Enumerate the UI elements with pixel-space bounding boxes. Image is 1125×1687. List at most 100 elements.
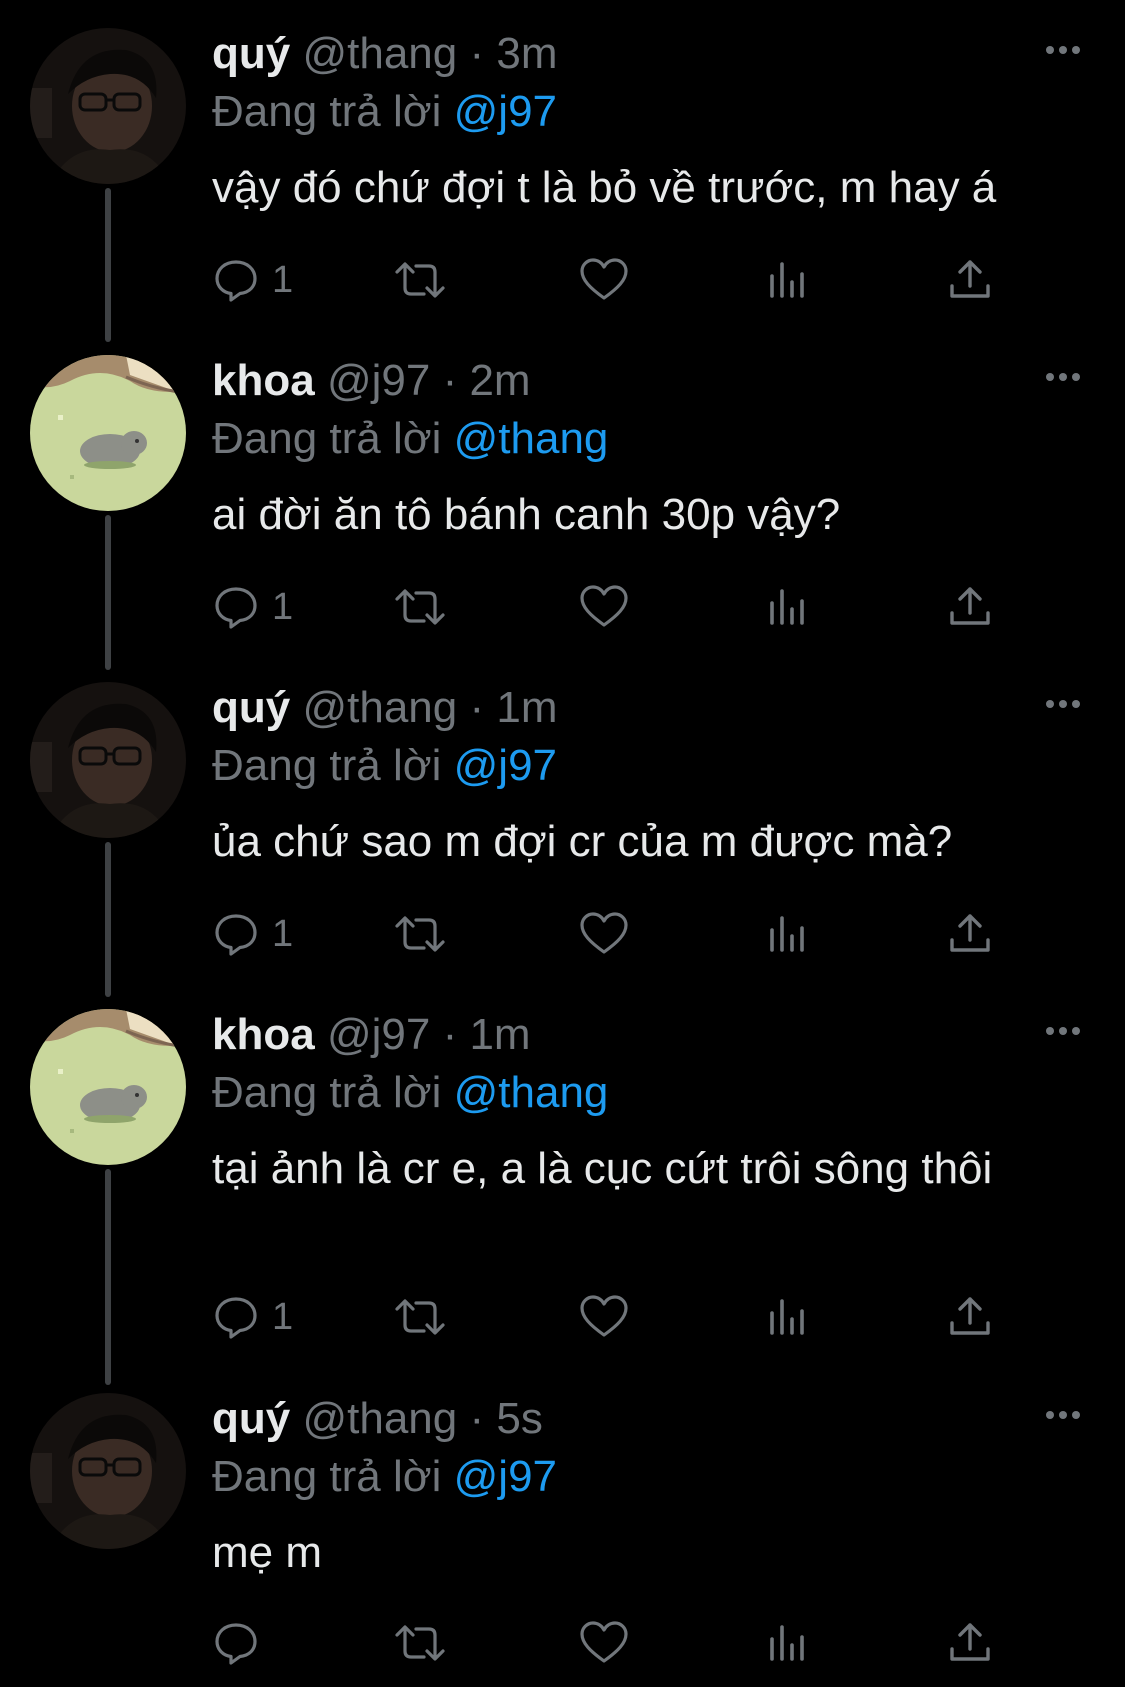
replying-to-mention[interactable]: @j97 [454, 87, 557, 136]
replying-to-mention[interactable]: @j97 [454, 741, 557, 790]
share-upload-icon [950, 914, 990, 952]
tweet-timestamp[interactable]: 5s [496, 1394, 542, 1443]
reply-bubble-icon [215, 1297, 257, 1339]
avatar-photo-image [30, 1393, 186, 1549]
replying-to-label: Đang trả lời [212, 1068, 442, 1117]
author-name[interactable]: khoa [212, 1010, 315, 1059]
tweet[interactable]: khoa @j97 · 2m Đang trả lời @thang ai đờ… [0, 327, 1125, 654]
reply-bubble-icon [215, 1623, 257, 1665]
replying-to-line: Đang trả lời @thang [212, 411, 608, 467]
more-horizontal-icon [1046, 700, 1080, 708]
more-horizontal-icon [1046, 373, 1080, 381]
author-name[interactable]: quý [212, 683, 290, 732]
author-name[interactable]: quý [212, 1394, 290, 1443]
more-options-button[interactable] [1044, 40, 1082, 60]
author-handle[interactable]: @thang [302, 683, 457, 732]
more-horizontal-icon [1046, 1411, 1080, 1419]
like-button[interactable] [578, 906, 630, 962]
author-name[interactable]: quý [212, 29, 290, 78]
replying-to-label: Đang trả lời [212, 87, 442, 136]
tweet-actions [212, 1615, 1012, 1671]
tweet-actions: 1 [212, 252, 1012, 308]
retweet-button[interactable] [392, 252, 448, 308]
views-bar-chart-icon [770, 1625, 804, 1661]
views-bar-chart-icon [770, 1299, 804, 1335]
reply-button[interactable]: 1 [212, 906, 293, 962]
like-button[interactable] [578, 1615, 630, 1671]
tweet-timestamp[interactable]: 2m [469, 356, 530, 405]
avatar[interactable] [30, 1009, 186, 1165]
tweet-text: ai đời ăn tô bánh canh 30p vậy? [212, 490, 841, 539]
replying-to-label: Đang trả lời [212, 414, 442, 463]
like-button[interactable] [578, 252, 630, 308]
retweet-icon [395, 262, 445, 298]
author-name[interactable]: khoa [212, 356, 315, 405]
author-handle[interactable]: @thang [302, 29, 457, 78]
views-button[interactable] [764, 906, 812, 962]
tweet-timestamp[interactable]: 3m [496, 29, 557, 78]
like-button[interactable] [578, 1289, 630, 1345]
reply-bubble-icon [215, 587, 257, 629]
retweet-button[interactable] [392, 1289, 448, 1345]
views-button[interactable] [764, 1615, 812, 1671]
share-button[interactable] [946, 906, 994, 962]
more-options-button[interactable] [1044, 1405, 1082, 1425]
tweet-header: khoa @j97 · 2m [212, 353, 531, 409]
retweet-icon [395, 589, 445, 625]
like-button[interactable] [578, 579, 630, 635]
retweet-button[interactable] [392, 1615, 448, 1671]
avatar[interactable] [30, 28, 186, 184]
tweet-text: vậy đó chứ đợi t là bỏ về trước, m hay á [212, 163, 997, 212]
share-button[interactable] [946, 579, 994, 635]
header-separator: · [442, 1010, 458, 1059]
tweet-actions: 1 [212, 1289, 1012, 1345]
tweet-timestamp[interactable]: 1m [469, 1010, 530, 1059]
share-button[interactable] [946, 1615, 994, 1671]
reply-button[interactable] [212, 1615, 272, 1671]
author-handle[interactable]: @thang [302, 1394, 457, 1443]
tweet[interactable]: quý @thang · 3m Đang trả lời @j97 vậy đó… [0, 0, 1125, 327]
author-handle[interactable]: @j97 [327, 1010, 430, 1059]
avatar[interactable] [30, 1393, 186, 1549]
tweet-actions: 1 [212, 906, 1012, 962]
retweet-icon [395, 1625, 445, 1661]
reply-button[interactable]: 1 [212, 579, 293, 635]
retweet-icon [395, 916, 445, 952]
more-options-button[interactable] [1044, 367, 1082, 387]
replying-to-mention[interactable]: @thang [454, 414, 609, 463]
more-options-button[interactable] [1044, 1021, 1082, 1041]
reply-count: 1 [272, 1295, 294, 1338]
heart-icon [580, 585, 628, 627]
share-button[interactable] [946, 1289, 994, 1345]
views-button[interactable] [764, 252, 812, 308]
avatar[interactable] [30, 682, 186, 838]
views-bar-chart-icon [770, 916, 804, 952]
tweet[interactable]: quý @thang · 1m Đang trả lời @j97 ủa chứ… [0, 654, 1125, 981]
avatar-pixel-cat-image [30, 355, 186, 511]
tweet[interactable]: quý @thang · 5s Đang trả lời @j97 mẹ m [0, 1365, 1125, 1687]
share-button[interactable] [946, 252, 994, 308]
retweet-button[interactable] [392, 579, 448, 635]
views-button[interactable] [764, 1289, 812, 1345]
replying-to-label: Đang trả lời [212, 1452, 442, 1501]
views-button[interactable] [764, 579, 812, 635]
retweet-button[interactable] [392, 906, 448, 962]
share-upload-icon [950, 587, 990, 625]
more-options-button[interactable] [1044, 694, 1082, 714]
author-handle[interactable]: @j97 [327, 356, 430, 405]
tweet[interactable]: khoa @j97 · 1m Đang trả lời @thang tại ả… [0, 981, 1125, 1365]
heart-icon [580, 912, 628, 954]
tweet-timestamp[interactable]: 1m [496, 683, 557, 732]
replying-to-mention[interactable]: @j97 [454, 1452, 557, 1501]
replying-to-line: Đang trả lời @j97 [212, 738, 557, 794]
tweet-header: quý @thang · 5s [212, 1391, 543, 1447]
replying-to-line: Đang trả lời @thang [212, 1065, 608, 1121]
reply-button[interactable]: 1 [212, 252, 293, 308]
reply-button[interactable]: 1 [212, 1289, 293, 1345]
reply-count: 1 [272, 258, 294, 301]
retweet-icon [395, 1299, 445, 1335]
header-separator: · [442, 356, 458, 405]
replying-to-mention[interactable]: @thang [454, 1068, 609, 1117]
avatar[interactable] [30, 355, 186, 511]
tweet-header: khoa @j97 · 1m [212, 1007, 531, 1063]
